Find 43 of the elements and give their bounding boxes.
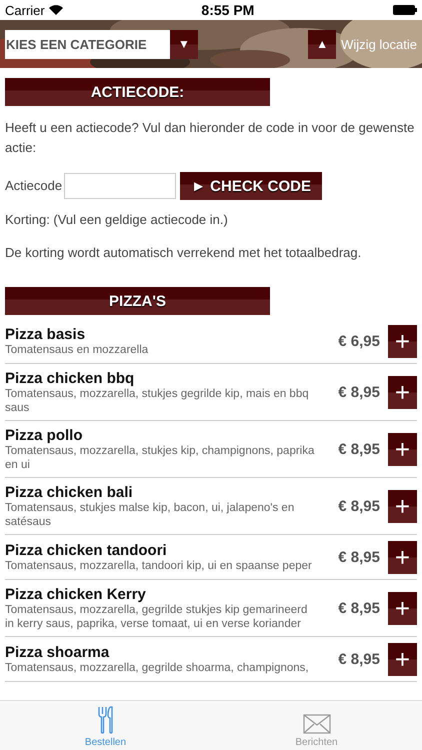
item-name: Pizza pollo [5,427,84,444]
add-button[interactable]: + [388,541,417,574]
item-name: Pizza chicken bali [5,484,134,501]
promo-intro: Heeft u een actiecode? Vul dan hieronder de code in voor de gewenste actie: [5,119,416,157]
code-label: Actiecode [5,177,62,195]
item-description: Tomatensaus, mozzarella, stukjes kip, champignons, paprika en ui [5,444,315,472]
mail-icon [302,714,330,734]
carrier-label: Carrier [5,2,45,18]
battery-icon [393,5,417,15]
item-price: € 8,95 [338,549,380,566]
item-name: Pizza chicken bbq [5,370,136,387]
item-price: € 8,95 [338,384,380,401]
item-name: Pizza shoarma [5,644,110,661]
item-name: Pizza basis [5,326,86,343]
add-button[interactable]: + [388,592,417,625]
item-description: Tomatensaus en mozzarella [5,343,150,357]
status-time: 8:55 PM [201,2,254,18]
add-button[interactable]: + [388,376,417,409]
item-description: Tomatensaus, mozzarella, gegrilde shoarma, champignons, [5,661,310,675]
change-location-button[interactable]: ▲ Wijzig locatie [308,30,417,58]
item-description: Tomatensaus, mozzarella, tandoori kip, ui en spaanse peper [5,559,313,573]
item-description: Tomatensaus, mozzarella, gegrilde stukjes kip gemarineerd in kerry saus, paprika, verse tomaat, ui en verse koriander [5,603,308,631]
code-input-field[interactable] [64,173,176,199]
add-button[interactable]: + [388,433,417,466]
wifi-icon [48,5,63,15]
item-name: Pizza chicken Kerry [5,586,147,603]
item-name: Pizza chicken tandoori [5,542,168,559]
section-heading: PIZZA'S [5,287,270,315]
item-price: € 8,95 [338,651,380,668]
item-description: Tomatensaus, mozzarella, stukjes gegrilde kip, mais en bbq saus [5,387,310,415]
discount-note: De korting wordt automatisch verrekend met het totaalbedrag. [5,244,362,262]
item-price: € 6,95 [338,333,380,350]
add-button[interactable]: + [388,643,417,676]
item-price: € 8,95 [338,498,380,515]
add-button[interactable]: + [388,490,417,523]
section-heading: ACTIECODE: [5,78,270,106]
cutlery-icon [96,706,114,734]
add-button[interactable]: + [388,325,417,358]
item-price: € 8,95 [338,600,380,617]
check-code-button[interactable]: ► CHECK CODE [180,172,322,200]
discount-text: Korting: (Vul een geldige actiecode in.) [5,211,229,229]
item-price: € 8,95 [338,441,380,458]
item-description: Tomatensaus, stukjes malse kip, bacon, ui, jalapeno's en satésaus [5,501,296,529]
